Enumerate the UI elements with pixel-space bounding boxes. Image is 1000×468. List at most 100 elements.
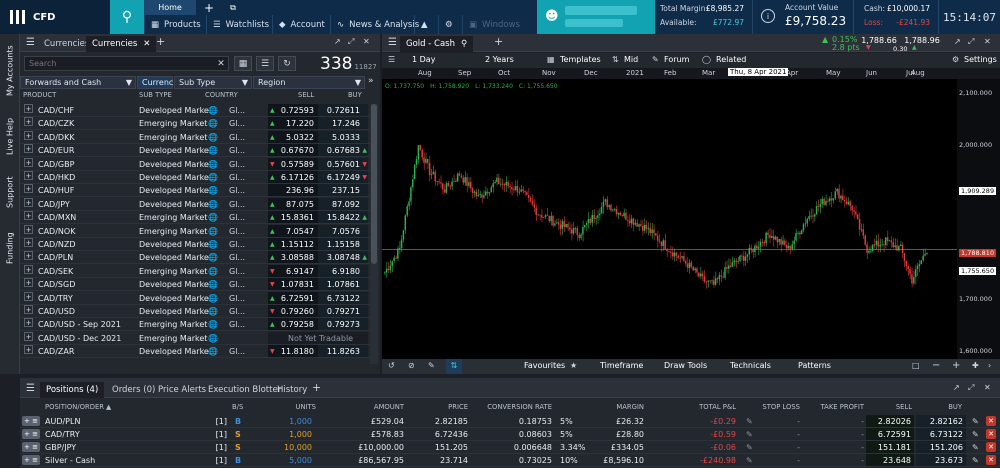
scrollbar-thumb[interactable] <box>371 104 377 264</box>
product-name[interactable]: CAD/SGD <box>38 280 75 289</box>
buy-cell[interactable]: 7.0576 <box>318 224 368 237</box>
sell-cell[interactable]: ▲ 17.220 <box>268 117 318 130</box>
pencil-icon[interactable]: ✎ <box>428 361 435 370</box>
product-row[interactable]: + CAD/GBP Developed Marke 🌐 Gl... ▼ 0.57589 0.5… <box>20 157 370 171</box>
add-panel-tab-icon[interactable]: + <box>156 35 165 48</box>
buy-cell[interactable]: 6.9180 <box>318 264 368 277</box>
pos-col-stop-loss[interactable]: STOP LOSS <box>762 403 800 414</box>
select-forwards-cash[interactable]: Forwards and Cash ▼ <box>20 76 136 89</box>
sell-cell[interactable]: ▲ 6.17126 <box>268 171 318 183</box>
close-panel-icon[interactable]: ✕ <box>984 37 991 46</box>
col-sub-type[interactable]: SUB TYPE <box>139 91 172 99</box>
edit-pl-icon[interactable]: ✎ <box>746 456 753 465</box>
nav-education[interactable]: ▲ <box>414 15 434 34</box>
buy-cell[interactable]: 237.15 <box>318 184 368 197</box>
fit-icon[interactable]: □ <box>912 361 920 370</box>
product-row[interactable]: + CAD/DKK Emerging Market 🌐 Gl... ▲ 5.0322 5.03… <box>20 130 370 144</box>
add-chart-tab-icon[interactable]: + <box>494 35 503 48</box>
product-row[interactable]: + CAD/SGD Developed Marke 🌐 Gl... ▼ 1.07831 1.0… <box>20 278 370 292</box>
product-name[interactable]: CAD/PLN <box>38 253 73 262</box>
position-take-profit[interactable]: - <box>861 443 864 452</box>
expand-icon[interactable]: + <box>24 291 33 301</box>
scrollbar[interactable] <box>370 104 378 364</box>
range-button[interactable]: 2 Years <box>485 55 514 64</box>
position-take-profit[interactable]: - <box>861 430 864 439</box>
expand-icon[interactable]: + <box>24 318 33 328</box>
tab-currencies-2[interactable]: Currencies ✕ <box>86 36 157 52</box>
sell-cell[interactable]: ▼ 1.07831 <box>268 278 318 291</box>
tab-positions[interactable]: Positions (4) <box>40 382 105 398</box>
forum-button[interactable]: Forum <box>664 55 689 64</box>
expand-icon[interactable]: + <box>24 211 33 221</box>
buy-cell[interactable]: 1.15158 <box>318 238 368 250</box>
sell-cell[interactable]: ▲ 15.8361 <box>268 211 318 224</box>
buy-cell[interactable]: 87.092 <box>318 197 368 210</box>
zoom-out-icon[interactable]: − <box>932 360 940 371</box>
select-sub-type[interactable]: Sub Type ▼ <box>174 76 252 89</box>
product-search-input[interactable] <box>24 56 229 71</box>
expand-icon[interactable]: + <box>24 224 33 234</box>
pos-col-b-s[interactable]: B/S <box>232 403 243 414</box>
close-panel-icon[interactable]: ✕ <box>984 383 991 392</box>
product-name[interactable]: CAD/MXN <box>38 213 76 222</box>
crosshair-icon[interactable]: ✚ <box>972 361 979 370</box>
sell-cell[interactable]: ▲ 0.67670 <box>268 144 318 157</box>
select-region[interactable]: Region ▼ <box>253 76 365 89</box>
sell-cell[interactable]: ▼ 11.8180 <box>268 345 318 358</box>
expand-icon[interactable]: + <box>24 144 33 154</box>
position-name[interactable]: AUD/PLN <box>45 417 80 426</box>
position-name[interactable]: Silver - Cash <box>45 456 95 465</box>
product-name[interactable]: CAD/JPY <box>38 200 70 209</box>
menu-icon[interactable]: ☰ <box>26 37 35 48</box>
col-product[interactable]: PRODUCT <box>23 91 56 99</box>
edit-pl-icon[interactable]: ✎ <box>746 430 753 439</box>
product-row[interactable]: + CAD/NZD Developed Marke 🌐 Gl... ▲ 1.15112 1.1… <box>20 238 370 251</box>
select-currencies[interactable]: Currencies <box>137 76 185 89</box>
pos-col-amount[interactable]: AMOUNT <box>374 403 404 414</box>
buy-cell[interactable]: 1.07861 <box>318 278 368 291</box>
no-entry-icon[interactable]: ⊘ <box>408 361 415 370</box>
buy-cell[interactable]: 6.17249 ▼ <box>318 171 368 183</box>
pos-col-take-profit[interactable]: TAKE PROFIT <box>821 403 864 414</box>
popout-icon[interactable]: ↗ <box>954 37 961 46</box>
product-name[interactable]: CAD/USD - Sep 2021 <box>38 320 121 329</box>
buy-cell[interactable]: 11.8263 <box>318 345 368 358</box>
account-switcher[interactable]: ☻ <box>537 0 655 34</box>
product-name[interactable]: CAD/USD <box>38 307 75 316</box>
position-stop-loss[interactable]: - <box>797 443 800 452</box>
position-buy-cell[interactable]: 6.73122 <box>916 428 966 440</box>
position-take-profit[interactable]: - <box>861 456 864 465</box>
expand-toggle-icon[interactable]: + ≡ <box>22 429 40 439</box>
pos-col-position-order[interactable]: POSITION/ORDER <box>45 403 104 414</box>
buy-cell[interactable]: 0.57601 ▼ <box>318 157 368 170</box>
position-stop-loss[interactable]: - <box>797 417 800 426</box>
expand-toggle-icon[interactable]: + ≡ <box>22 455 40 465</box>
add-tab-icon[interactable]: + <box>312 381 321 394</box>
product-row[interactable]: + CAD/JPY Developed Marke 🌐 Gl... ▲ 87.075 87.0… <box>20 197 370 211</box>
menu-icon[interactable]: ☰ <box>388 37 397 48</box>
popout-icon[interactable]: ↗ <box>953 383 960 392</box>
zoom-in-icon[interactable]: + <box>952 360 960 371</box>
clear-search-icon[interactable]: ✕ <box>212 56 230 71</box>
col-buy[interactable]: BUY <box>348 91 362 99</box>
undo-icon[interactable]: ↺ <box>388 361 395 370</box>
product-row[interactable]: + CAD/ZAR Developed Marke 🌐 Gl... ▼ 11.8180 11.… <box>20 345 370 359</box>
magnet-icon[interactable]: ⇅ <box>446 359 462 374</box>
product-row[interactable]: + CAD/TRY Developed Marke 🌐 Gl... ▲ 6.72591 6.7… <box>20 291 370 305</box>
price-mode-button[interactable]: Mid <box>624 55 638 64</box>
close-position-icon[interactable]: ✕ <box>986 442 996 452</box>
tab-home[interactable]: Home <box>144 0 196 15</box>
pos-col-sell[interactable]: SELL <box>896 403 912 414</box>
product-row[interactable]: + CAD/NOK Emerging Market 🌐 Gl... ▲ 7.0547 7.05… <box>20 224 370 238</box>
expand-icon[interactable]: + <box>24 264 33 274</box>
buy-cell[interactable]: 15.8422 ▲ <box>318 211 368 224</box>
account-value[interactable]: i Account Value £9,758.23 <box>752 0 854 34</box>
expand-icon[interactable]: + <box>24 305 33 314</box>
position-stop-loss[interactable]: - <box>797 456 800 465</box>
position-row[interactable]: + ≡ CAD/TRY [1] S 1,000 £578.83 6.72436 0.08603… <box>20 428 1000 441</box>
price-chart[interactable]: O: 1,737.750 H: 1,758.920 L: 1,733.240 C: 1… <box>382 79 957 359</box>
position-take-profit[interactable]: - <box>861 417 864 426</box>
nav-products[interactable]: ▦ Products <box>144 15 207 34</box>
position-buy-cell[interactable]: 2.82162 <box>916 415 966 427</box>
maximize-icon[interactable]: ⤢ <box>968 383 974 393</box>
